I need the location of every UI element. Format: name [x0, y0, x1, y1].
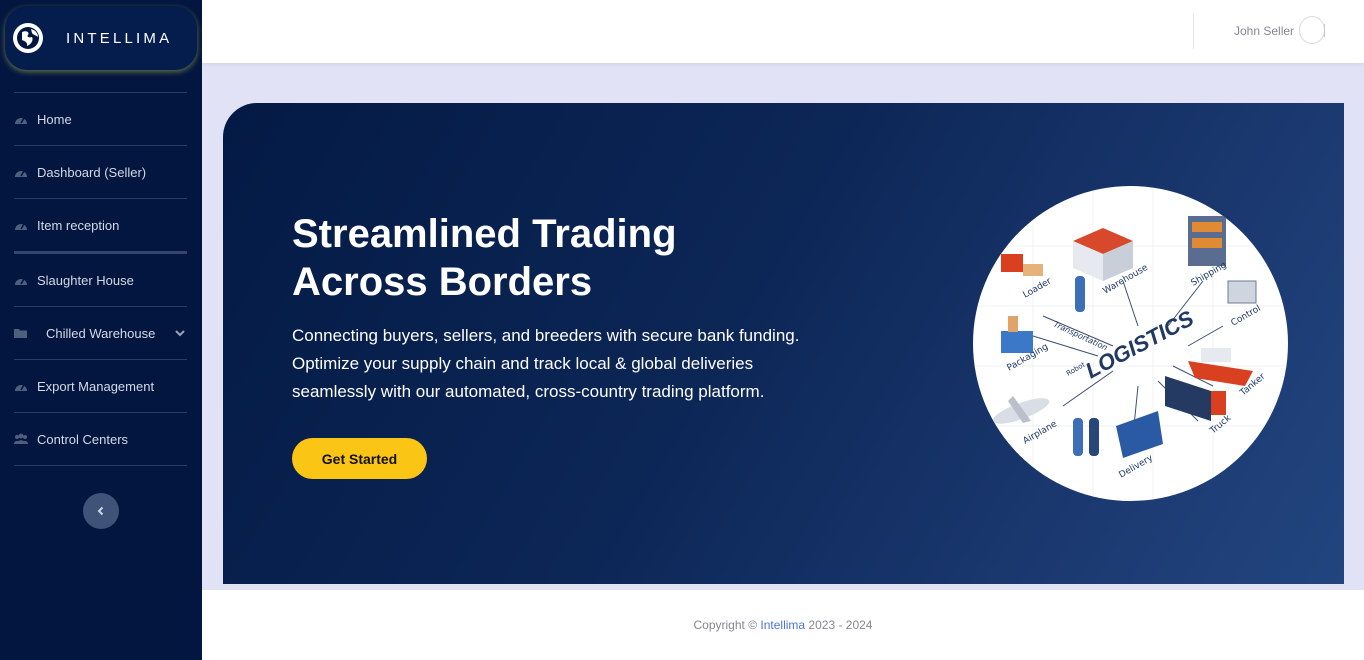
- hero-title-line: Across Borders: [292, 260, 593, 304]
- tachometer-icon: [15, 278, 27, 285]
- hero-description-line: Connecting buyers, sellers, and breeders…: [292, 326, 800, 345]
- sidebar-item-label: Chilled Warehouse: [46, 325, 156, 341]
- tachometer-icon: [15, 170, 27, 177]
- hero-title-line: Streamlined Trading: [292, 212, 677, 256]
- sidebar-item-item-reception[interactable]: Item reception: [14, 199, 187, 251]
- sidebar-item-chilled-warehouse[interactable]: Chilled Warehouse: [14, 307, 187, 359]
- tachometer-icon: [15, 223, 27, 230]
- footer: Copyright © Intellima 2023 - 2024: [202, 590, 1364, 660]
- copyright-prefix: Copyright ©: [693, 618, 758, 632]
- sidebar-item-label: Item reception: [37, 217, 120, 233]
- hero-description: Connecting buyers, sellers, and breeders…: [292, 322, 832, 406]
- copyright-text: Copyright © Intellima 2023 - 2024: [202, 618, 1364, 632]
- hero-description-line: seamlessly with our automated, cross-cou…: [292, 382, 765, 401]
- chevron-left-icon: [97, 506, 104, 516]
- forklift-icon: [1001, 254, 1043, 276]
- sidebar-item-label: Export Management: [37, 378, 155, 394]
- get-started-button[interactable]: Get Started: [292, 438, 427, 479]
- sidebar-toggle-button[interactable]: [83, 493, 119, 529]
- sidebar-item-slaughter-house[interactable]: Slaughter House: [14, 254, 187, 306]
- brand[interactable]: INTELLIMA: [5, 6, 197, 70]
- chevron-down-icon[interactable]: [175, 329, 185, 337]
- illustration-label: Loader: [1022, 276, 1054, 300]
- tanker-ship-icon: [1188, 348, 1253, 386]
- copyright-years: 2023 - 2024: [808, 618, 873, 632]
- illustration-label: Transportation: [1052, 320, 1109, 353]
- logistics-illustration: LOGISTICS Loader Warehouse Shipping Cont…: [973, 186, 1288, 501]
- hero-banner: Streamlined Trading Across Borders Conne…: [223, 103, 1344, 584]
- illustration-label: Truck: [1208, 413, 1234, 437]
- sidebar-nav: Home Dashboard (Seller) Item reception S…: [14, 92, 187, 466]
- folder-icon: [14, 329, 27, 338]
- airplane-icon: [992, 396, 1050, 424]
- divider: [14, 465, 187, 466]
- sidebar-item-label: Control Centers: [37, 431, 129, 447]
- delivery-van-icon: [1116, 411, 1163, 458]
- globe-icon: [13, 23, 43, 53]
- divider: [1324, 24, 1325, 37]
- brand-name: INTELLIMA: [66, 29, 173, 47]
- sidebar-item-home[interactable]: Home: [14, 93, 187, 145]
- illustration-label: Control: [1230, 304, 1263, 329]
- sidebar-item-export-management[interactable]: Export Management: [14, 360, 187, 412]
- users-icon: [14, 433, 28, 444]
- topbar: John Seller: [202, 0, 1364, 63]
- user-name[interactable]: John Seller: [1234, 24, 1294, 38]
- sidebar-item-label: Slaughter House: [37, 272, 134, 288]
- packaging-icon: [1001, 316, 1033, 353]
- shipping-shelves-icon: [1188, 216, 1226, 266]
- illustration-label: Robot: [1065, 361, 1087, 378]
- sidebar: INTELLIMA Home Dashboard (Seller) Item r…: [0, 0, 202, 660]
- illustration-label: Airplane: [1022, 419, 1060, 447]
- avatar[interactable]: [1299, 16, 1325, 44]
- sidebar-item-control-centers[interactable]: Control Centers: [14, 413, 187, 465]
- sidebar-item-label: Dashboard (Seller): [37, 164, 147, 180]
- topbar-divider: [1193, 13, 1194, 49]
- sidebar-item-label: Home: [37, 111, 72, 127]
- control-panel-icon: [1227, 280, 1257, 304]
- truck-icon: [1165, 376, 1226, 421]
- intellima-link[interactable]: Intellima: [760, 618, 805, 632]
- hero-title: Streamlined Trading Across Borders: [292, 210, 812, 306]
- tachometer-icon: [15, 117, 27, 124]
- sidebar-item-dashboard-seller[interactable]: Dashboard (Seller): [14, 146, 187, 198]
- tachometer-icon: [15, 384, 27, 391]
- warehouse-icon: [1073, 228, 1133, 281]
- hero-description-line: Optimize your supply chain and track loc…: [292, 354, 754, 373]
